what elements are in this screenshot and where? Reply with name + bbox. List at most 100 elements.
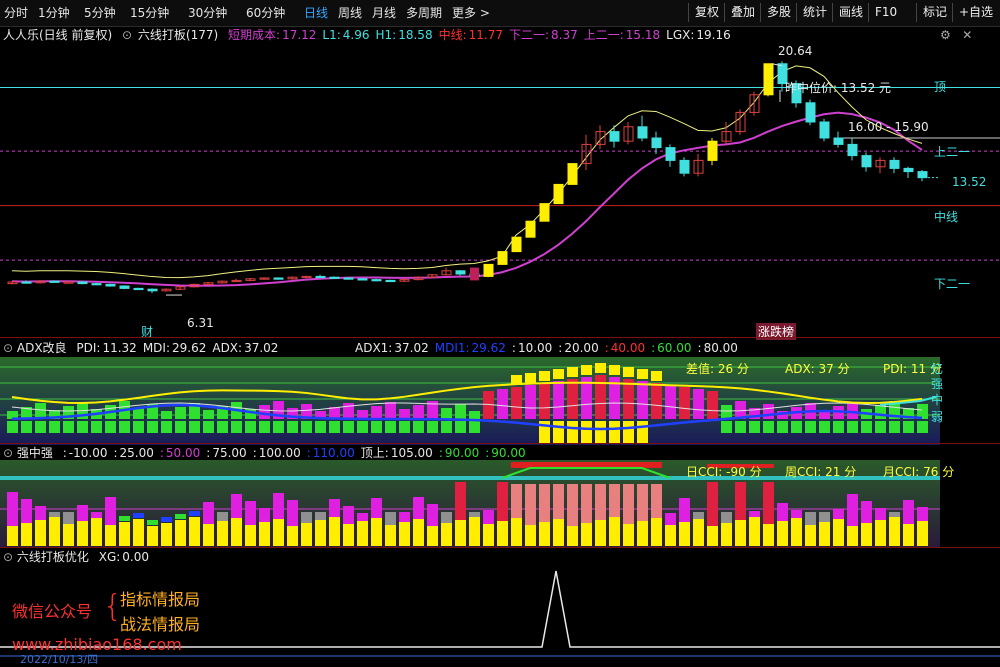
strength-bar-small: [189, 511, 200, 516]
period-tab[interactable]: 多周期: [406, 4, 442, 21]
collapse-icon[interactable]: ⊙: [3, 446, 13, 460]
strength-bar-upper: [749, 511, 760, 517]
collapse-icon[interactable]: ⊙: [3, 341, 13, 355]
adx-bar: [637, 381, 648, 419]
adx-bar-bottom: [861, 421, 872, 433]
strength-bar-upper: [553, 484, 564, 519]
period-tab[interactable]: 周线: [338, 4, 362, 21]
strength-bar: [889, 517, 900, 546]
param-value: 75.00: [212, 446, 247, 460]
period-tab[interactable]: 更多 >: [452, 4, 490, 21]
candle-body: [511, 236, 522, 253]
period-tab[interactable]: 分时: [4, 4, 28, 21]
adx-bar: [595, 375, 606, 419]
candle-body: [483, 263, 494, 277]
strength-bar-upper: [357, 513, 368, 521]
strength-bar-upper: [273, 493, 284, 519]
candle-body: [329, 276, 340, 279]
adx-bar-bottom: [833, 421, 844, 433]
panel-divider: [0, 337, 1000, 338]
strength-bar: [119, 522, 130, 546]
period-tab[interactable]: 月线: [372, 4, 396, 21]
adx-bar-bottom: [847, 421, 858, 433]
param-label: :: [604, 341, 609, 355]
strength-bar-upper: [777, 503, 788, 521]
adx-bar-bottom: [875, 421, 886, 433]
param-label: MDI1:: [434, 341, 470, 355]
adx-bar-top: [539, 371, 550, 381]
strength-bar: [273, 519, 284, 546]
adx-bar-bottom: [581, 421, 592, 443]
param-value: 29.62: [172, 341, 207, 355]
strength-bar-upper: [287, 500, 298, 526]
strength-bar: [609, 517, 620, 546]
adx-bar-bottom: [203, 421, 214, 433]
param-value: 105.00: [390, 446, 433, 460]
param-label: :: [697, 341, 702, 355]
day-cci: 日CCI: -90 分: [686, 465, 762, 479]
strength-bar-upper: [511, 484, 522, 518]
adx-bar-bottom: [161, 421, 172, 433]
adx-bar-bottom: [49, 421, 60, 433]
adx-bar: [651, 383, 662, 419]
strength-bar-small: [175, 514, 186, 519]
toolbar-button[interactable]: F10: [868, 3, 903, 22]
last-price-label: 13.52: [952, 175, 987, 189]
strength-bar-upper: [637, 484, 648, 521]
param-label: :: [438, 446, 443, 460]
period-tab[interactable]: 30分钟: [188, 4, 227, 21]
param-value: 29.62: [471, 341, 506, 355]
adx-bar-bottom: [175, 421, 186, 433]
adx-bar-top: [525, 373, 536, 383]
candle-body: [49, 280, 60, 283]
strength-bar: [7, 526, 18, 546]
strength-bar: [917, 521, 928, 546]
adx-bar: [399, 409, 410, 419]
date-label: 2022/10/13/四: [20, 653, 99, 666]
period-tab[interactable]: 60分钟: [246, 4, 285, 21]
strength-indicator-name[interactable]: 强中强: [17, 446, 53, 460]
adx-bar-top: [553, 369, 564, 379]
param-value: 10.00: [517, 341, 553, 355]
candle-body: [539, 203, 550, 222]
adx-bar-top: [595, 363, 606, 373]
period-tab[interactable]: 日线: [304, 4, 328, 21]
toolbar-button[interactable]: +自选: [952, 3, 999, 22]
period-tab[interactable]: 15分钟: [130, 4, 169, 21]
param-label: :: [159, 446, 164, 460]
param-value: 37.02: [394, 341, 429, 355]
adx-indicator-name[interactable]: ADX改良: [17, 341, 67, 355]
toolbar-button[interactable]: 叠加: [724, 3, 761, 22]
toolbar-button[interactable]: 统计: [796, 3, 833, 22]
adx-bar-bottom: [721, 421, 732, 433]
strength-bar-upper: [35, 506, 46, 520]
adx-bar-bottom: [385, 421, 396, 433]
param-label: :: [62, 446, 67, 460]
adx-bar-top: [567, 367, 578, 377]
adx-bar-bottom: [343, 421, 354, 433]
collapse-icon[interactable]: ⊙: [3, 550, 13, 564]
period-tab[interactable]: 5分钟: [84, 4, 116, 21]
param-label: :: [206, 446, 211, 460]
toolbar-button[interactable]: 标记: [916, 3, 953, 22]
adx-bar-bottom: [91, 421, 102, 433]
toolbar-button[interactable]: 多股: [760, 3, 797, 22]
period-tab[interactable]: 1分钟: [38, 4, 70, 21]
adx-bar-bottom: [301, 421, 312, 433]
xg-indicator-name[interactable]: 六线打板优化: [17, 550, 89, 564]
trend-line: [11, 65, 923, 279]
strength-bar-upper: [903, 500, 914, 524]
strength-bar: [665, 525, 676, 546]
candle-body: [637, 126, 648, 139]
strength-bar: [175, 520, 186, 546]
strength-bar: [91, 518, 102, 546]
candle-body: [455, 270, 466, 275]
strength-bar-small: [147, 520, 158, 525]
side-label-mid: 中: [931, 393, 944, 407]
toolbar-button[interactable]: 画线: [832, 3, 869, 22]
strength-bar: [315, 520, 326, 546]
adx-bar: [539, 383, 550, 419]
toolbar-button[interactable]: 复权: [688, 3, 725, 22]
adx-score: ADX: 37 分: [785, 362, 850, 376]
adx-chart[interactable]: [0, 357, 1000, 445]
